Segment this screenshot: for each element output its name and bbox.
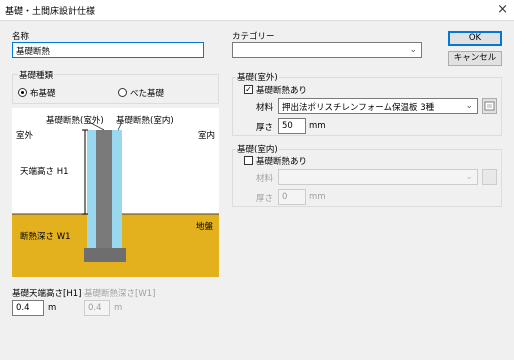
indoor-material-browse-button[interactable] <box>482 169 497 185</box>
diagram-label-outdoor: 室外 <box>16 131 34 141</box>
cancel-button[interactable]: キャンセル <box>448 51 502 66</box>
radio-beta[interactable] <box>118 88 127 97</box>
indoor-thickness-input[interactable]: 0 <box>278 189 306 205</box>
diagram-label-height: 天端高さ H1 <box>20 167 69 177</box>
height-label: 基礎天端高さ[H1] <box>12 289 82 299</box>
diagram-label-ground: 地盤 <box>196 222 214 232</box>
chevron-down-icon: ⌄ <box>465 101 473 111</box>
radio-beta-label[interactable]: べた基礎 <box>130 87 164 99</box>
foundation-type-label: 基礎種類 <box>18 69 55 81</box>
diagram-label-depth: 断熱深さ W1 <box>20 232 71 242</box>
indoor-insulation-checkbox[interactable] <box>244 156 253 165</box>
outdoor-material-browse-button[interactable] <box>482 98 497 114</box>
outdoor-material-label: 材料 <box>256 103 274 113</box>
foundation-diagram: 基礎断熱(室外) 基礎断熱(室内) 室外 室内 天端高さ H1 断熱深さ W1 … <box>12 108 219 277</box>
indoor-thickness-label: 厚さ <box>256 194 274 204</box>
category-label: カテゴリー <box>232 32 275 42</box>
foundation-diagram-svg <box>12 121 219 277</box>
title-bar: 基礎・土間床設計仕様 × <box>0 0 514 21</box>
diagram-label-insulation-outdoor: 基礎断熱(室外) <box>46 116 104 126</box>
height-input[interactable]: 0.4 <box>12 300 44 316</box>
close-icon[interactable]: × <box>497 2 508 17</box>
ok-button[interactable]: OK <box>448 31 502 46</box>
insulation-outdoor <box>87 130 97 248</box>
outdoor-insulation-checkbox-label[interactable]: 基礎断熱あり <box>256 84 307 96</box>
indoor-section-label: 基礎(室内) <box>236 143 279 155</box>
outdoor-section-label: 基礎(室外) <box>236 71 279 83</box>
category-select[interactable]: ⌄ <box>232 42 422 58</box>
outdoor-material-value: 押出法ポリスチレンフォーム保温板 3種 <box>282 103 435 113</box>
name-label: 名称 <box>12 32 30 42</box>
outdoor-thickness-unit: mm <box>309 121 326 131</box>
foundation-wall <box>96 130 112 248</box>
depth-label: 基礎断熱深さ[W1] <box>84 289 156 299</box>
indoor-material-label: 材料 <box>256 174 274 184</box>
outdoor-insulation-checkbox[interactable]: ✓ <box>244 85 253 94</box>
radio-nuno-label[interactable]: 布基礎 <box>30 87 56 99</box>
chevron-down-icon: ⌄ <box>409 45 417 55</box>
depth-input[interactable]: 0.4 <box>84 300 110 316</box>
outdoor-material-select[interactable]: 押出法ポリスチレンフォーム保温板 3種 ⌄ <box>278 98 478 114</box>
depth-unit: m <box>114 303 123 313</box>
browse-icon <box>484 101 495 111</box>
outdoor-thickness-label: 厚さ <box>256 123 274 133</box>
diagram-label-indoor: 室内 <box>198 131 216 141</box>
chevron-down-icon: ⌄ <box>465 172 473 182</box>
indoor-material-select[interactable]: ⌄ <box>278 169 478 185</box>
diagram-label-insulation-indoor: 基礎断熱(室内) <box>116 116 174 126</box>
indoor-insulation-checkbox-label[interactable]: 基礎断熱あり <box>256 155 307 167</box>
outdoor-thickness-input[interactable]: 50 <box>278 118 306 134</box>
window-title: 基礎・土間床設計仕様 <box>5 7 96 17</box>
insulation-indoor <box>112 130 122 248</box>
indoor-thickness-unit: mm <box>309 192 326 202</box>
height-unit: m <box>48 303 57 313</box>
name-input[interactable]: 基礎断熱 <box>12 42 204 58</box>
radio-nuno[interactable] <box>18 88 27 97</box>
footing <box>84 248 126 262</box>
